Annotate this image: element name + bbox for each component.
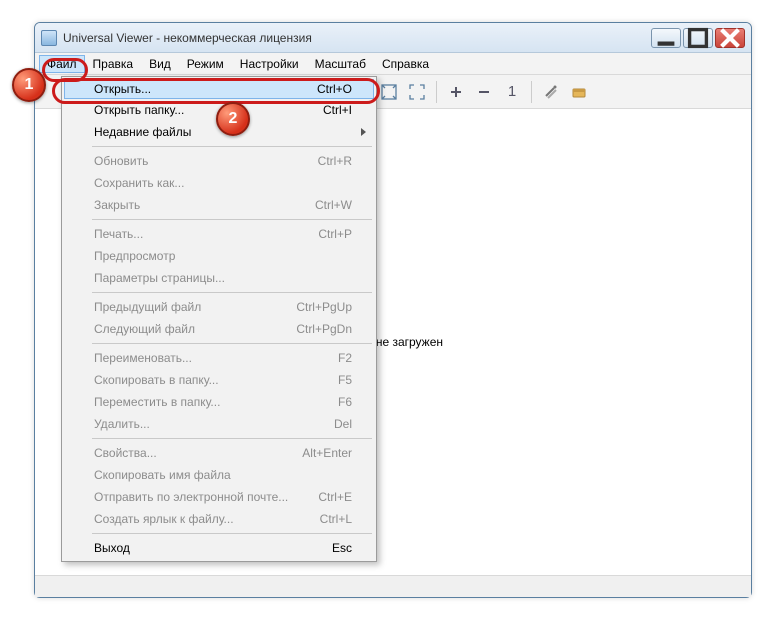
menu-item: ЗакрытьCtrl+W	[64, 194, 374, 216]
menu-item[interactable]: Открыть...Ctrl+O	[64, 79, 374, 99]
menu-item-shortcut: Ctrl+O	[317, 82, 352, 96]
menu-item-label: Параметры страницы...	[94, 271, 352, 285]
zoom-in-icon[interactable]	[445, 81, 467, 103]
zoom-level[interactable]: 1	[501, 81, 523, 103]
menu-item-shortcut: Ctrl+PgUp	[296, 300, 352, 314]
menu-item-shortcut: Ctrl+I	[323, 103, 352, 117]
menu-item-shortcut: Ctrl+E	[318, 490, 352, 504]
window-controls	[651, 28, 745, 48]
menubar: Файл Правка Вид Режим Настройки Масштаб …	[35, 53, 751, 75]
menu-item-label: Скопировать в папку...	[94, 373, 338, 387]
maximize-button[interactable]	[683, 28, 713, 48]
menu-item-shortcut: Ctrl+P	[318, 227, 352, 241]
menu-separator	[92, 533, 372, 534]
menu-item-label: Сохранить как...	[94, 176, 352, 190]
menu-item-label: Следующий файл	[94, 322, 296, 336]
menu-item-shortcut: Ctrl+W	[315, 198, 352, 212]
menu-view[interactable]: Вид	[141, 55, 179, 73]
zoom-out-icon[interactable]	[473, 81, 495, 103]
file-menu-dropdown: Открыть...Ctrl+OОткрыть папку...Ctrl+IНе…	[61, 76, 377, 562]
menu-item-label: Переместить в папку...	[94, 395, 338, 409]
menu-item-label: Предпросмотр	[94, 249, 352, 263]
menu-item-label: Создать ярлык к файлу...	[94, 512, 320, 526]
menu-separator	[92, 292, 372, 293]
menu-item: Переименовать...F2	[64, 347, 374, 369]
menu-item: Печать...Ctrl+P	[64, 223, 374, 245]
menu-item: Предпросмотр	[64, 245, 374, 267]
menu-item: Создать ярлык к файлу...Ctrl+L	[64, 508, 374, 530]
menu-edit[interactable]: Правка	[85, 55, 142, 73]
menu-item-label: Предыдущий файл	[94, 300, 296, 314]
menu-item-label: Отправить по электронной почте...	[94, 490, 318, 504]
menu-separator	[92, 438, 372, 439]
plugins-icon[interactable]	[568, 81, 590, 103]
submenu-arrow-icon	[361, 128, 366, 136]
settings-icon[interactable]	[540, 81, 562, 103]
menu-item: Скопировать имя файла	[64, 464, 374, 486]
toolbar-separator	[531, 81, 532, 103]
menu-item-label: Скопировать имя файла	[94, 468, 352, 482]
menu-item-shortcut: Ctrl+R	[318, 154, 352, 168]
menu-item: Предыдущий файлCtrl+PgUp	[64, 296, 374, 318]
menu-item-label: Удалить...	[94, 417, 334, 431]
window-title: Universal Viewer - некоммерческая лиценз…	[63, 31, 651, 45]
menu-item-shortcut: Ctrl+L	[320, 512, 352, 526]
menu-file[interactable]: Файл	[39, 55, 85, 73]
menu-item: Следующий файлCtrl+PgDn	[64, 318, 374, 340]
menu-item-label: Открыть...	[94, 82, 317, 96]
app-icon	[41, 30, 57, 46]
menu-item-label: Обновить	[94, 154, 318, 168]
menu-item-label: Закрыть	[94, 198, 315, 212]
minimize-button[interactable]	[651, 28, 681, 48]
statusbar	[35, 575, 751, 597]
menu-item-shortcut: Ctrl+PgDn	[296, 322, 352, 336]
menu-help[interactable]: Справка	[374, 55, 437, 73]
menu-item: Сохранить как...	[64, 172, 374, 194]
menu-item-shortcut: F2	[338, 351, 352, 365]
fit-window-icon[interactable]	[378, 81, 400, 103]
menu-item-shortcut: F5	[338, 373, 352, 387]
menu-separator	[92, 219, 372, 220]
menu-item-shortcut: Alt+Enter	[302, 446, 352, 460]
menu-item-shortcut: F6	[338, 395, 352, 409]
menu-item: Свойства...Alt+Enter	[64, 442, 374, 464]
fullscreen-icon[interactable]	[406, 81, 428, 103]
step-badge-1: 1	[12, 68, 46, 102]
menu-item-label: Свойства...	[94, 446, 302, 460]
menu-item-shortcut: Del	[334, 417, 352, 431]
menu-item: Параметры страницы...	[64, 267, 374, 289]
menu-mode[interactable]: Режим	[179, 55, 232, 73]
menu-item: Скопировать в папку...F5	[64, 369, 374, 391]
menu-item: ОбновитьCtrl+R	[64, 150, 374, 172]
menu-separator	[92, 343, 372, 344]
menu-item: Удалить...Del	[64, 413, 374, 435]
menu-item[interactable]: ВыходEsc	[64, 537, 374, 559]
menu-item-label: Печать...	[94, 227, 318, 241]
close-button[interactable]	[715, 28, 745, 48]
menu-separator	[92, 146, 372, 147]
menu-item-label: Открыть папку...	[94, 103, 323, 117]
menu-item-shortcut: Esc	[332, 541, 352, 555]
menu-item-label: Выход	[94, 541, 332, 555]
menu-zoom[interactable]: Масштаб	[307, 55, 374, 73]
menu-settings[interactable]: Настройки	[232, 55, 307, 73]
toolbar-separator	[436, 81, 437, 103]
step-badge-2: 2	[216, 102, 250, 136]
menu-item-label: Переименовать...	[94, 351, 338, 365]
menu-item: Переместить в папку...F6	[64, 391, 374, 413]
menu-item: Отправить по электронной почте...Ctrl+E	[64, 486, 374, 508]
titlebar[interactable]: Universal Viewer - некоммерческая лиценз…	[35, 23, 751, 53]
